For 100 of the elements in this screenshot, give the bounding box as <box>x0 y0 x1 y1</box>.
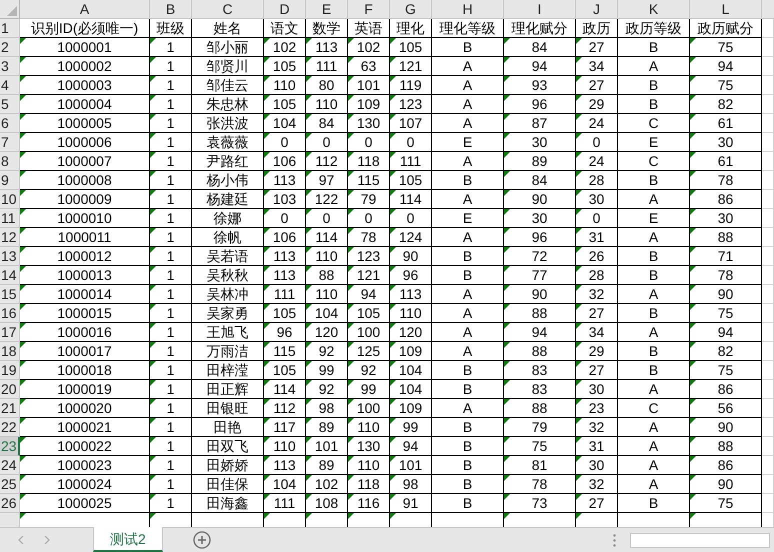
table-cell: 0 <box>576 133 618 152</box>
row-header[interactable]: 8 <box>0 152 20 171</box>
table-cell: 杨建廷 <box>192 190 264 209</box>
table-cell: 91 <box>390 494 432 513</box>
table-cell: 27 <box>576 304 618 323</box>
scroll-right-icon[interactable] <box>44 536 50 544</box>
table-cell: 94 <box>504 323 576 342</box>
table-cell <box>762 19 774 38</box>
column-header[interactable]: K <box>618 0 690 19</box>
table-cell: 107 <box>390 114 432 133</box>
row-header[interactable]: 5 <box>0 95 20 114</box>
column-header[interactable]: I <box>504 0 576 19</box>
row-header[interactable]: 19 <box>0 361 20 380</box>
table-cell: 理化 <box>390 19 432 38</box>
table-cell: 110 <box>390 304 432 323</box>
table-cell: 34 <box>576 57 618 76</box>
table-cell: B <box>618 304 690 323</box>
table-cell: 29 <box>576 342 618 361</box>
table-cell: 田正辉 <box>192 380 264 399</box>
row-header[interactable]: 26 <box>0 494 20 513</box>
table-cell: 26 <box>576 247 618 266</box>
table-cell: 94 <box>690 57 762 76</box>
table-cell: 29 <box>576 95 618 114</box>
table-cell: E <box>432 209 504 228</box>
row-header[interactable]: 12 <box>0 228 20 247</box>
row-header[interactable]: 25 <box>0 475 20 494</box>
table-cell: 113 <box>264 171 306 190</box>
row-header[interactable]: 15 <box>0 285 20 304</box>
table-cell: 1 <box>150 285 192 304</box>
table-cell: 1 <box>150 76 192 95</box>
row-header[interactable]: 22 <box>0 418 20 437</box>
table-cell: 识别ID(必须唯一) <box>20 19 150 38</box>
table-cell: 86 <box>690 456 762 475</box>
horizontal-scrollbar[interactable] <box>630 532 770 548</box>
table-cell: 112 <box>264 399 306 418</box>
row-header[interactable]: 4 <box>0 76 20 95</box>
table-cell: 1 <box>150 304 192 323</box>
select-all-icon[interactable] <box>7 6 17 16</box>
table-cell: 0 <box>348 133 390 152</box>
table-cell: 109 <box>390 399 432 418</box>
row-header[interactable]: 6 <box>0 114 20 133</box>
row-header[interactable]: 16 <box>0 304 20 323</box>
row-header[interactable]: 10 <box>0 190 20 209</box>
table-cell: 班级 <box>150 19 192 38</box>
table-cell <box>762 418 774 437</box>
table-cell: 116 <box>348 494 390 513</box>
table-cell: A <box>432 152 504 171</box>
column-header[interactable]: J <box>576 0 618 19</box>
row-header[interactable]: 20 <box>0 380 20 399</box>
table-cell: 朱忠林 <box>192 95 264 114</box>
table-cell: 1 <box>150 228 192 247</box>
table-cell: 1 <box>150 114 192 133</box>
table-cell: 1000025 <box>20 494 150 513</box>
table-cell <box>762 380 774 399</box>
row-header[interactable]: 17 <box>0 323 20 342</box>
row-header[interactable]: 7 <box>0 133 20 152</box>
column-header[interactable]: G <box>390 0 432 19</box>
row-header[interactable]: 14 <box>0 266 20 285</box>
column-header[interactable]: B <box>150 0 192 19</box>
row-header[interactable]: 13 <box>0 247 20 266</box>
table-cell: 88 <box>504 304 576 323</box>
row-header[interactable]: 1 <box>0 19 20 38</box>
scroll-left-icon[interactable] <box>18 536 24 544</box>
row-header[interactable]: 23 <box>0 437 20 456</box>
table-cell: 84 <box>306 114 348 133</box>
table-cell <box>762 304 774 323</box>
column-header[interactable]: H <box>432 0 504 19</box>
table-cell: E <box>618 133 690 152</box>
row-header[interactable]: 9 <box>0 171 20 190</box>
row-header[interactable]: 18 <box>0 342 20 361</box>
table-cell: 118 <box>348 152 390 171</box>
more-options-icon[interactable] <box>613 534 616 546</box>
table-cell: 78 <box>690 171 762 190</box>
column-header[interactable]: L <box>690 0 762 19</box>
table-cell: 吴若语 <box>192 247 264 266</box>
add-sheet-icon[interactable] <box>192 531 211 549</box>
table-cell <box>762 285 774 304</box>
column-header[interactable]: E <box>306 0 348 19</box>
table-cell: 1000024 <box>20 475 150 494</box>
table-cell: 84 <box>504 171 576 190</box>
row-header[interactable] <box>0 513 20 527</box>
column-header[interactable]: C <box>192 0 264 19</box>
table-cell: 75 <box>690 76 762 95</box>
table-cell: B <box>432 171 504 190</box>
row-header[interactable]: 2 <box>0 38 20 57</box>
table-cell: 89 <box>306 456 348 475</box>
table-cell: A <box>618 57 690 76</box>
column-header[interactable]: A <box>20 0 150 19</box>
table-cell: 119 <box>390 76 432 95</box>
table-cell: 123 <box>348 247 390 266</box>
column-header[interactable]: F <box>348 0 390 19</box>
column-header[interactable]: D <box>264 0 306 19</box>
sheet-tab[interactable]: 测试2 <box>93 527 163 552</box>
row-header[interactable]: 11 <box>0 209 20 228</box>
row-header[interactable]: 24 <box>0 456 20 475</box>
row-header[interactable]: 21 <box>0 399 20 418</box>
table-cell: 89 <box>504 152 576 171</box>
table-cell: 98 <box>306 399 348 418</box>
table-cell: 94 <box>348 285 390 304</box>
row-header[interactable]: 3 <box>0 57 20 76</box>
